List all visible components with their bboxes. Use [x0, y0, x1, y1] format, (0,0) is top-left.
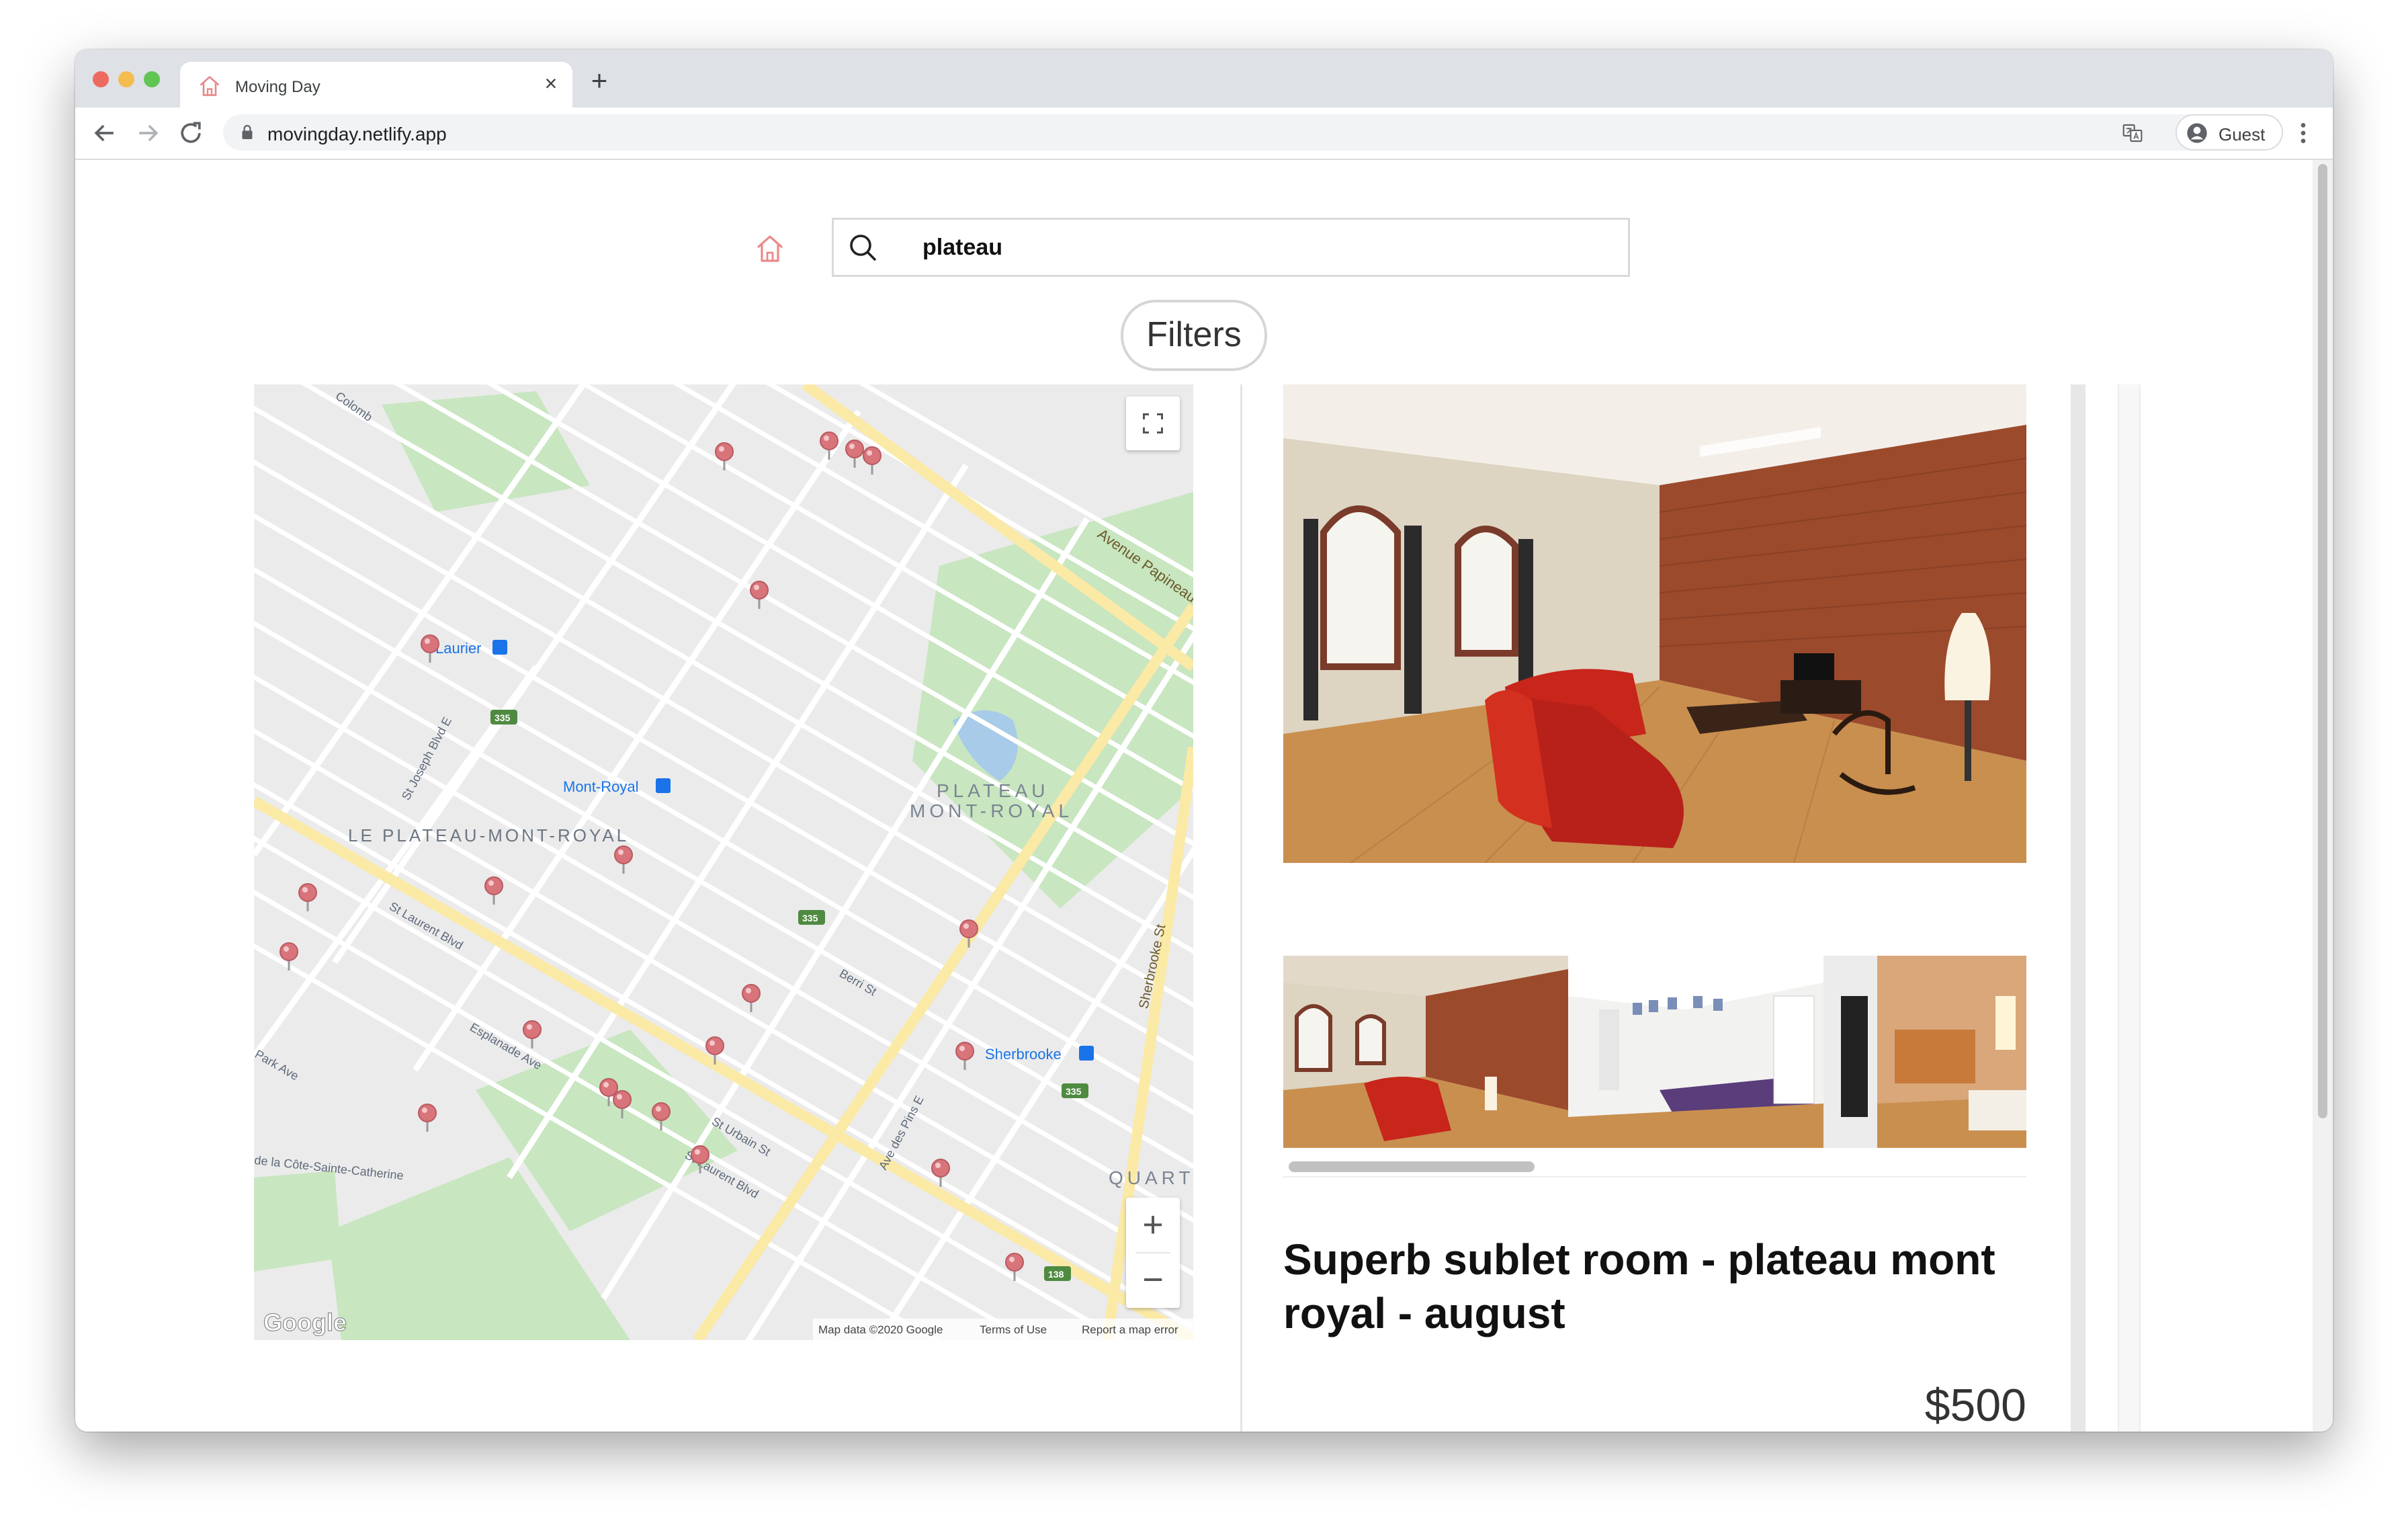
search-icon [850, 235, 877, 261]
route-badge: 335 [494, 712, 511, 723]
map-label-mont-royal: Mont-Royal [563, 778, 638, 795]
lock-icon [242, 124, 253, 139]
url-text: movingday.netlify.app [267, 124, 447, 144]
search-query: plateau [922, 235, 1003, 260]
listing-title[interactable]: Superb sublet room - plateau mont royal … [1283, 1233, 2022, 1340]
close-window-button[interactable] [93, 71, 109, 87]
page-scrollbar-thumb[interactable] [2318, 164, 2327, 1118]
fullscreen-button[interactable] [1126, 397, 1180, 450]
address-bar[interactable]: movingday.netlify.app [223, 114, 2236, 151]
minimize-window-button[interactable] [118, 71, 134, 87]
column-divider [1240, 384, 1242, 1432]
search-input[interactable]: plateau [832, 218, 1630, 277]
listing-price: $500 [1924, 1380, 2026, 1431]
map-label-quartier: QUART [1109, 1167, 1193, 1188]
map-label-le-plateau: LE PLATEAU-MONT-ROYAL [348, 825, 629, 845]
filters-button[interactable]: Filters [1121, 300, 1267, 371]
profile-chip[interactable]: Guest [2176, 114, 2283, 151]
kebab-menu-icon[interactable] [2296, 120, 2310, 147]
browser-window: Moving Day × + movingday.netlify.app Gue… [75, 50, 2333, 1432]
map-canvas[interactable]: Laurier Mont-Royal Sherbrooke PLATEAU MO… [254, 384, 1193, 1340]
park [254, 1171, 341, 1272]
new-tab-button[interactable]: + [586, 67, 613, 95]
reload-icon[interactable] [176, 118, 206, 148]
zoom-out-button[interactable]: − [1126, 1253, 1180, 1307]
google-logo: Google [263, 1309, 347, 1336]
page-content: plateau Filters Laurier Mont-Royal Sherb… [75, 160, 2313, 1432]
map-label-plateau: PLATEAU [937, 780, 1049, 801]
map-label-laurier: Laurier [435, 640, 481, 657]
zoom-control: + − [1126, 1198, 1180, 1308]
close-tab-icon[interactable]: × [539, 71, 563, 95]
back-arrow-icon[interactable] [90, 118, 120, 148]
route-badge: 335 [1066, 1086, 1082, 1097]
listing-main-photo[interactable] [1283, 384, 2026, 863]
tab-title: Moving Day [235, 78, 320, 96]
route-badge: 138 [1048, 1269, 1064, 1280]
translate-icon[interactable] [2122, 122, 2143, 144]
profile-icon [2187, 123, 2207, 143]
map-label-mont-royal-district: MONT-ROYAL [910, 800, 1073, 821]
photo-thumbnail[interactable] [1823, 956, 2026, 1148]
fullscreen-icon [1143, 413, 1163, 433]
tab-moving-day[interactable]: Moving Day × [180, 62, 572, 109]
listing-scrollbar[interactable] [2118, 384, 2141, 1432]
zoom-in-button[interactable]: + [1126, 1198, 1180, 1251]
map[interactable]: Laurier Mont-Royal Sherbrooke PLATEAU MO… [254, 384, 1193, 1340]
thumbnail-scrollbar-thumb[interactable] [1289, 1161, 1535, 1172]
route-badge: 335 [802, 913, 818, 923]
home-icon [200, 76, 220, 96]
home-icon[interactable] [754, 233, 786, 265]
listing-scroll-track[interactable] [2071, 384, 2086, 1432]
map-terms-link[interactable]: Terms of Use [980, 1323, 1047, 1336]
listing-thumbnail-strip[interactable] [1283, 956, 2026, 1148]
page-scrollbar[interactable] [2313, 160, 2333, 1432]
map-report-link[interactable]: Report a map error [1082, 1323, 1178, 1336]
map-attribution: Map data ©2020 Google [818, 1323, 943, 1336]
maximize-window-button[interactable] [144, 71, 160, 87]
browser-toolbar: movingday.netlify.app Guest [75, 108, 2333, 160]
tab-strip: Moving Day × + [75, 50, 2333, 109]
map-label-sherbrooke: Sherbrooke [985, 1046, 1062, 1063]
profile-label: Guest [2219, 124, 2266, 144]
forward-arrow-icon[interactable] [133, 118, 163, 148]
photo-thumbnail[interactable] [1568, 956, 1823, 1148]
photo-thumbnail[interactable] [1283, 956, 1568, 1148]
